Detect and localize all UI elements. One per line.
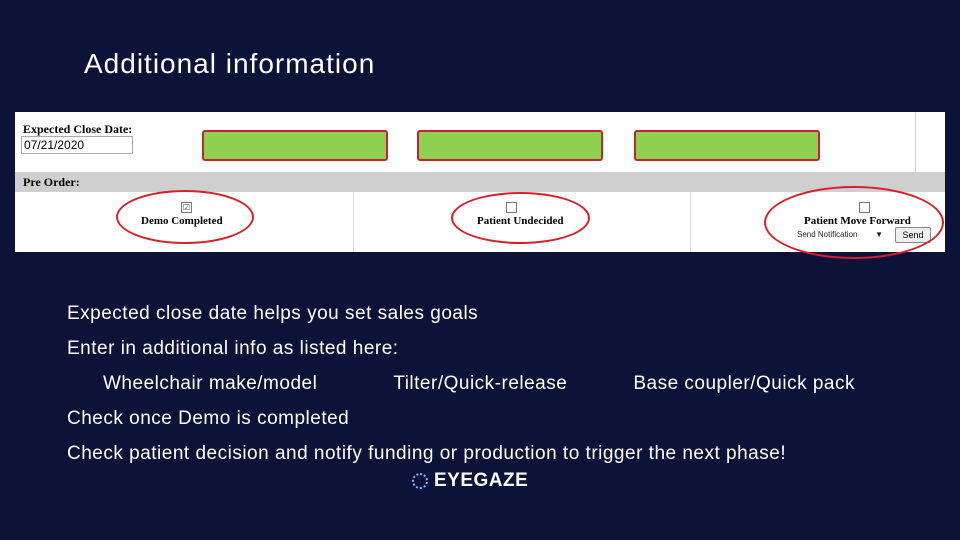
column-divider	[690, 192, 691, 252]
expected-close-date-label: Expected Close Date:	[23, 122, 133, 136]
pre-order-label: Pre Order:	[23, 175, 80, 189]
eye-logo-icon	[412, 473, 428, 489]
column-divider	[915, 112, 916, 172]
note-line: Expected close date helps you set sales …	[67, 303, 479, 324]
additional-info-field-2[interactable]	[417, 130, 603, 161]
note-line: Enter in additional info as listed here:	[67, 338, 399, 359]
highlight-circle-patient-move-forward	[764, 186, 944, 259]
additional-info-field-3[interactable]	[634, 130, 820, 161]
highlight-circle-demo-completed	[116, 190, 254, 244]
note-sub-item: Base coupler/Quick pack	[633, 373, 855, 394]
highlight-circle-patient-undecided	[451, 192, 590, 244]
additional-info-field-1[interactable]	[202, 130, 388, 161]
slide-title: Additional information	[84, 48, 376, 79]
notes-list: Expected close date helps you set sales …	[67, 302, 887, 465]
note-line: Check once Demo is completed	[67, 408, 350, 429]
expected-close-date-input[interactable]	[21, 136, 133, 154]
logo-text: EYEGAZE	[434, 470, 529, 491]
eyegaze-logo: EYEGAZE	[412, 470, 528, 492]
pre-order-header: Pre Order:	[15, 172, 945, 192]
column-divider	[353, 192, 354, 252]
note-sub-items: Wheelchair make/model Tilter/Quick-releas…	[67, 372, 887, 395]
note-sub-item: Wheelchair make/model	[103, 373, 318, 394]
note-sub-item: Tilter/Quick-release	[393, 373, 568, 394]
note-line: Check patient decision and notify fundin…	[67, 443, 787, 464]
